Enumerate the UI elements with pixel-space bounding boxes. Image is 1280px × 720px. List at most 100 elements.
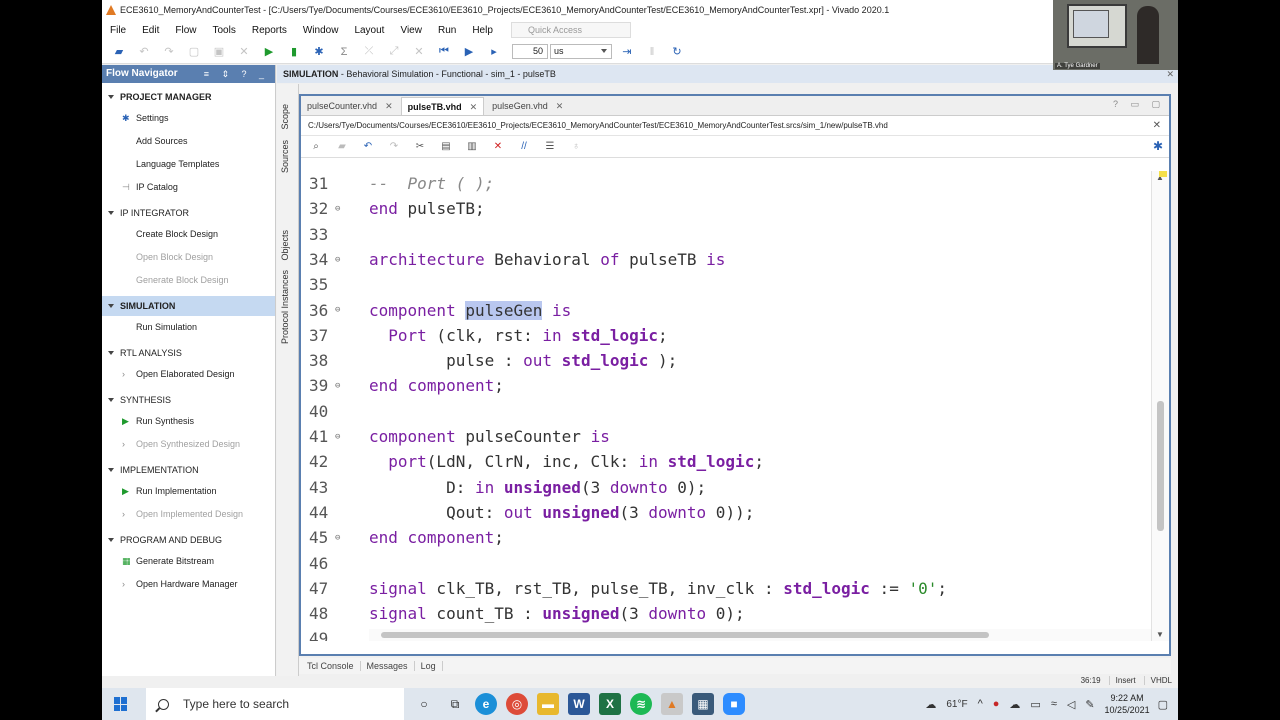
vertical-scrollbar[interactable]: ▲ ▼: [1151, 171, 1169, 641]
nav-generate-bitstream[interactable]: ▦ Generate Bitstream: [102, 550, 275, 573]
nav-add-sources[interactable]: Add Sources: [102, 130, 275, 153]
nav-generate-block-design[interactable]: Generate Block Design: [102, 269, 275, 292]
horizontal-scrollbar[interactable]: [369, 629, 1153, 641]
quick-access-input[interactable]: Quick Access: [511, 22, 631, 38]
tab-tcl-console[interactable]: Tcl Console: [301, 661, 361, 671]
nav-open-synthesized-design[interactable]: › Open Synthesized Design: [102, 433, 275, 456]
run-icon[interactable]: ▶: [262, 45, 276, 59]
menu-reports[interactable]: Reports: [252, 25, 287, 36]
section-simulation[interactable]: SIMULATION: [102, 296, 275, 316]
program-icon[interactable]: ▮: [287, 45, 301, 59]
search-icon[interactable]: ⌕: [309, 140, 323, 154]
cut-icon[interactable]: ✂: [413, 140, 427, 154]
fold-marker[interactable]: ⊖: [335, 381, 340, 391]
task-view-icon[interactable]: ⧉: [444, 693, 466, 715]
menu-edit[interactable]: Edit: [142, 25, 159, 36]
close-icon[interactable]: ✕: [470, 102, 478, 112]
copy-icon[interactable]: ▢: [187, 45, 201, 59]
weather-icon[interactable]: ☁: [925, 698, 936, 711]
undo-icon[interactable]: ↶: [361, 140, 375, 154]
file-explorer-icon[interactable]: ▬: [537, 693, 559, 715]
edge-icon[interactable]: e: [475, 693, 497, 715]
pen-icon[interactable]: ✎: [1085, 698, 1094, 711]
section-project-manager[interactable]: PROJECT MANAGER: [102, 87, 275, 107]
section-program-and-debug[interactable]: PROGRAM AND DEBUG: [102, 530, 275, 550]
fold-marker[interactable]: ⊖: [335, 533, 340, 543]
battery-icon[interactable]: ▭: [1030, 698, 1040, 711]
run-all-icon[interactable]: ▶: [462, 45, 476, 59]
weather-temperature[interactable]: 61°F: [946, 699, 967, 710]
chevron-up-icon[interactable]: ^: [978, 698, 983, 710]
cortana-icon[interactable]: ○: [413, 693, 435, 715]
gear-icon[interactable]: ✱: [1153, 139, 1163, 153]
nav-open-hardware-manager[interactable]: › Open Hardware Manager: [102, 573, 275, 596]
tab-pulsetb[interactable]: pulseTB.vhd ✕: [400, 97, 485, 115]
code-area[interactable]: 31 32 33 34 35 36 37 38 39 40 41 42 43 4…: [301, 171, 1153, 641]
calculator-icon[interactable]: ▦: [692, 693, 714, 715]
close-icon[interactable]: ✕: [1153, 116, 1161, 136]
word-icon[interactable]: W: [568, 693, 590, 715]
nav-ip-catalog[interactable]: ⊣ IP Catalog: [102, 176, 275, 199]
relaunch-icon[interactable]: ↻: [670, 45, 684, 59]
menu-tools[interactable]: Tools: [212, 25, 235, 36]
tab-pulsegen[interactable]: pulseGen.vhd ✕: [486, 97, 569, 115]
windows-start-icon[interactable]: [114, 697, 128, 711]
vertical-scroll-thumb[interactable]: [1157, 401, 1164, 531]
fold-marker[interactable]: ⊖: [335, 305, 340, 315]
settings-icon[interactable]: ✱: [312, 45, 326, 59]
zoom-icon[interactable]: ■: [723, 693, 745, 715]
nav-run-implementation[interactable]: ▶ Run Implementation: [102, 480, 275, 503]
redo-icon[interactable]: ↷: [162, 45, 176, 59]
excel-icon[interactable]: X: [599, 693, 621, 715]
delete-icon[interactable]: ✕: [237, 45, 251, 59]
flow-navigator-controls[interactable]: ≡ ⇕ ? _: [204, 65, 269, 83]
copy-icon[interactable]: ▤: [439, 140, 453, 154]
nav-create-block-design[interactable]: Create Block Design: [102, 223, 275, 246]
comment-icon[interactable]: //: [517, 140, 531, 154]
fold-marker[interactable]: ⊖: [335, 204, 340, 214]
menu-window[interactable]: Window: [303, 25, 339, 36]
step-icon[interactable]: ⇥: [620, 45, 634, 59]
taskbar-search-box[interactable]: Type here to search: [146, 688, 404, 720]
lightbulb-icon[interactable]: ♁: [569, 140, 583, 154]
section-rtl-analysis[interactable]: RTL ANALYSIS: [102, 343, 275, 363]
wifi-icon[interactable]: ≈: [1051, 698, 1057, 710]
side-tab-objects[interactable]: Objects: [280, 230, 290, 261]
horizontal-scroll-thumb[interactable]: [381, 632, 989, 638]
delete-icon[interactable]: ✕: [491, 140, 505, 154]
menu-file[interactable]: File: [110, 25, 126, 36]
save-icon[interactable]: ▰: [335, 140, 349, 154]
time-unit-select[interactable]: us: [550, 44, 612, 59]
nav-open-block-design[interactable]: Open Block Design: [102, 246, 275, 269]
vivado-taskbar-icon[interactable]: ▲: [661, 693, 683, 715]
notification-icon[interactable]: ▢: [1158, 698, 1168, 711]
section-implementation[interactable]: IMPLEMENTATION: [102, 460, 275, 480]
section-ip-integrator[interactable]: IP INTEGRATOR: [102, 203, 275, 223]
close-icon[interactable]: ✕: [556, 101, 564, 111]
menu-run[interactable]: Run: [438, 25, 456, 36]
clock[interactable]: 9:22 AM 10/25/2021: [1105, 692, 1150, 716]
side-tab-scope[interactable]: Scope: [280, 104, 290, 130]
pause-icon[interactable]: ‖: [645, 45, 659, 59]
nav-open-implemented-design[interactable]: › Open Implemented Design: [102, 503, 275, 526]
undo-icon[interactable]: ↶: [137, 45, 151, 59]
sigma-icon[interactable]: Σ: [337, 45, 351, 59]
run-for-icon[interactable]: ▸: [487, 45, 501, 59]
tool-c-icon[interactable]: ✕: [412, 45, 426, 59]
volume-icon[interactable]: ◁: [1067, 698, 1075, 711]
fold-marker[interactable]: ⊖: [335, 432, 340, 442]
open-project-icon[interactable]: ▰: [112, 45, 126, 59]
section-synthesis[interactable]: SYNTHESIS: [102, 390, 275, 410]
menu-help[interactable]: Help: [472, 25, 493, 36]
nav-language-templates[interactable]: Language Templates: [102, 153, 275, 176]
menu-layout[interactable]: Layout: [354, 25, 384, 36]
side-tab-protocol-instances[interactable]: Protocol Instances: [280, 270, 290, 344]
nav-run-simulation[interactable]: Run Simulation: [102, 316, 275, 339]
nav-open-elaborated-design[interactable]: › Open Elaborated Design: [102, 363, 275, 386]
spotify-icon[interactable]: ≋: [630, 693, 652, 715]
paste-icon[interactable]: ▣: [212, 45, 226, 59]
tab-messages[interactable]: Messages: [361, 661, 415, 671]
restart-icon[interactable]: ⏮: [437, 45, 451, 59]
menu-flow[interactable]: Flow: [175, 25, 196, 36]
chrome-icon[interactable]: ◎: [506, 693, 528, 715]
